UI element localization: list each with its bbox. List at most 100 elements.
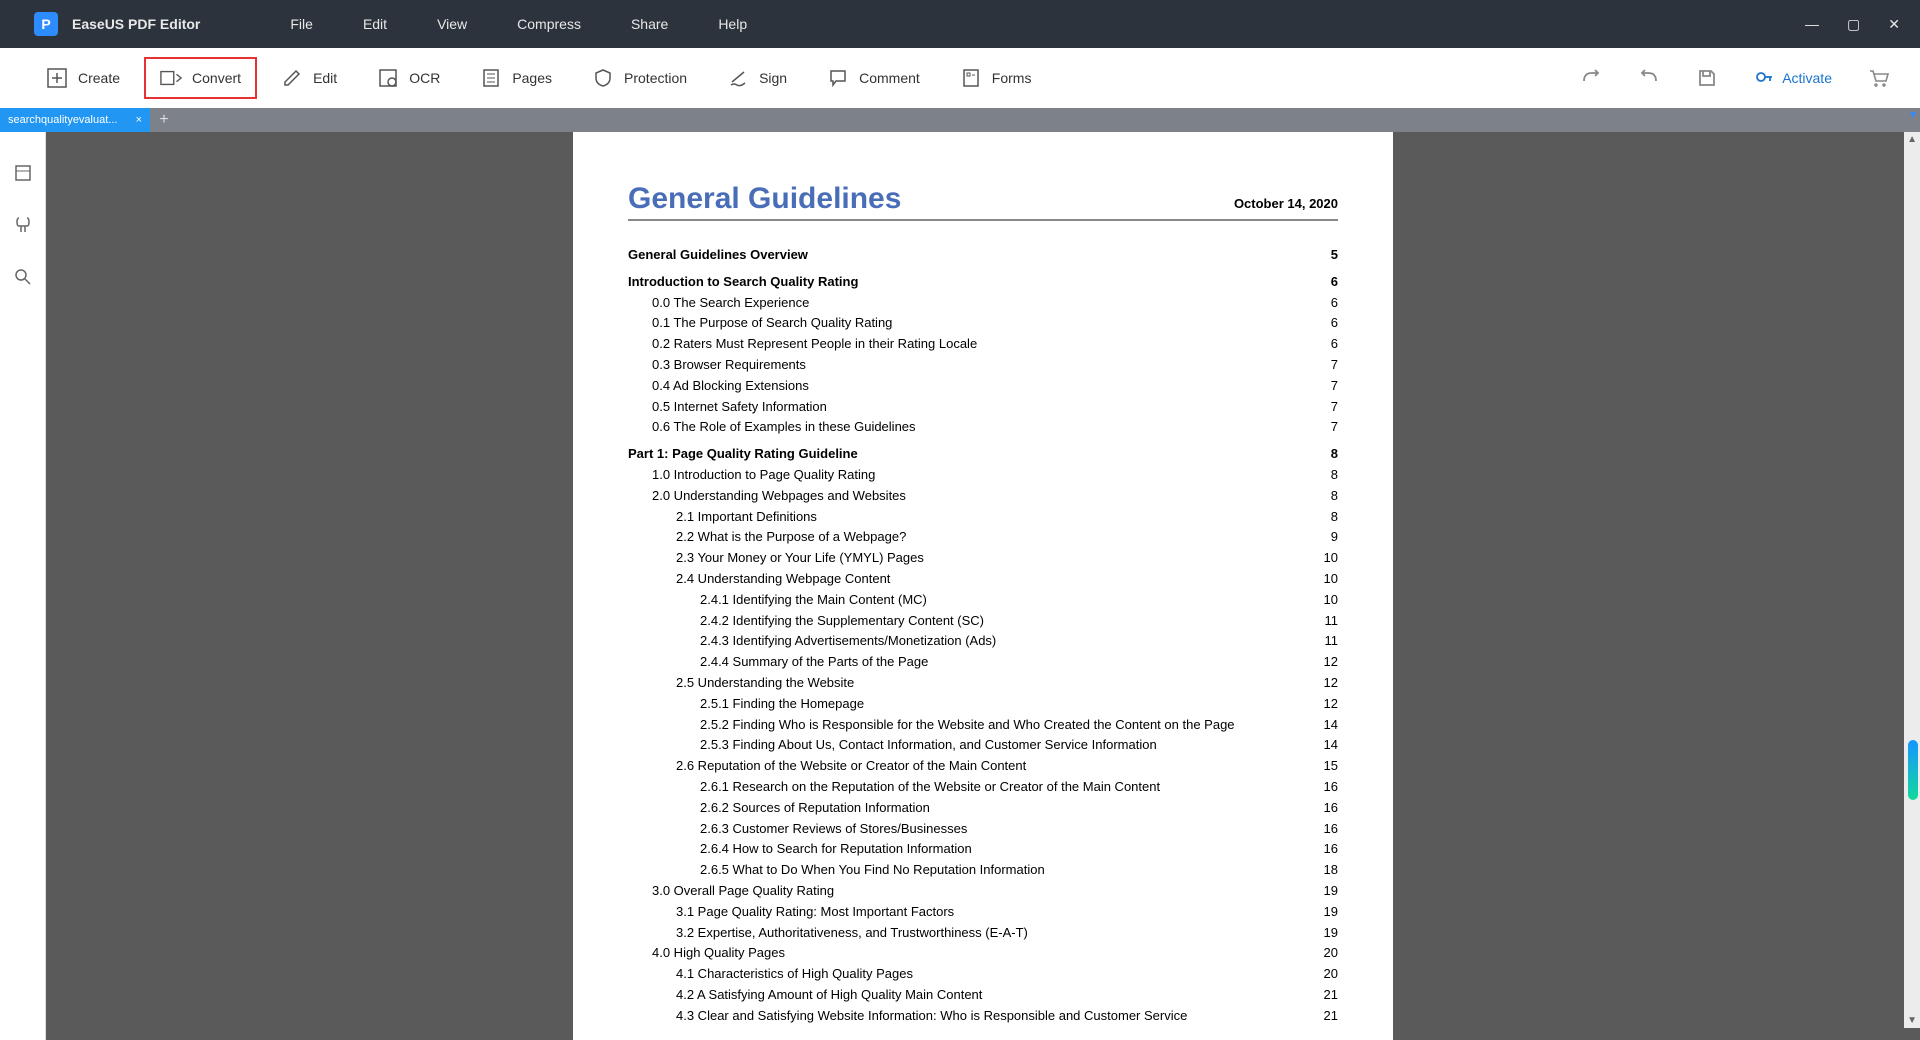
ocr-icon	[377, 67, 399, 89]
toc-line: 2.4.2 Identifying the Supplementary Cont…	[628, 611, 1338, 632]
pages-label: Pages	[512, 70, 552, 86]
toc-text: 3.2 Expertise, Authoritativeness, and Tr…	[676, 923, 1308, 944]
close-icon[interactable]: ✕	[1888, 16, 1900, 33]
menu-help[interactable]: Help	[718, 16, 747, 32]
toc-text: 2.5.1 Finding the Homepage	[700, 694, 1308, 715]
ocr-button[interactable]: OCR	[361, 57, 456, 99]
toc-page: 10	[1308, 548, 1338, 569]
close-tab-icon[interactable]: ×	[136, 114, 142, 126]
toc-line: 2.6.4 How to Search for Reputation Infor…	[628, 839, 1338, 860]
sign-button[interactable]: Sign	[711, 57, 803, 99]
toc-text: 2.3 Your Money or Your Life (YMYL) Pages	[676, 548, 1308, 569]
toc-line: 4.1 Characteristics of High Quality Page…	[628, 964, 1338, 985]
comment-button[interactable]: Comment	[811, 57, 936, 99]
sign-icon	[727, 67, 749, 89]
toc-line: 2.2 What is the Purpose of a Webpage?9	[628, 527, 1338, 548]
activate-button[interactable]: Activate	[1754, 67, 1832, 90]
maximize-icon[interactable]: ▢	[1847, 16, 1860, 33]
titlebar: P EaseUS PDF Editor File Edit View Compr…	[0, 0, 1920, 48]
toc-text: 4.3 Clear and Satisfying Website Informa…	[676, 1006, 1308, 1027]
toc-line: 3.0 Overall Page Quality Rating19	[628, 881, 1338, 902]
scrollbar-track[interactable]	[1904, 132, 1920, 1028]
toc-page: 8	[1308, 444, 1338, 465]
pdf-page: General Guidelines October 14, 2020 Gene…	[573, 132, 1393, 1040]
key-icon	[1754, 67, 1774, 90]
workspace: General Guidelines October 14, 2020 Gene…	[0, 132, 1920, 1040]
chat-icon	[827, 67, 849, 89]
menu-file[interactable]: File	[290, 16, 313, 32]
toolbar-dropdown-icon[interactable]: ▼	[1908, 110, 1918, 121]
toc-text: 2.4 Understanding Webpage Content	[676, 569, 1308, 590]
toc-page: 7	[1308, 376, 1338, 397]
toc-line: 0.5 Internet Safety Information7	[628, 397, 1338, 418]
scrollbar-thumb[interactable]	[1908, 740, 1918, 800]
search-icon[interactable]	[12, 266, 34, 288]
bookmark-icon[interactable]	[12, 214, 34, 236]
toc-line: 2.6 Reputation of the Website or Creator…	[628, 756, 1338, 777]
toc-text: 2.4.1 Identifying the Main Content (MC)	[700, 590, 1308, 611]
forms-label: Forms	[992, 70, 1032, 86]
toc-text: 2.2 What is the Purpose of a Webpage?	[676, 527, 1308, 548]
protection-button[interactable]: Protection	[576, 57, 703, 99]
toc-line: 1.0 Introduction to Page Quality Rating8	[628, 465, 1338, 486]
toc-text: 2.6.3 Customer Reviews of Stores/Busines…	[700, 819, 1308, 840]
toc-page: 15	[1308, 756, 1338, 777]
menu-compress[interactable]: Compress	[517, 16, 581, 32]
convert-button[interactable]: Convert	[144, 57, 257, 99]
menu-edit[interactable]: Edit	[363, 16, 387, 32]
toc-page: 20	[1308, 943, 1338, 964]
toc-text: 0.4 Ad Blocking Extensions	[652, 376, 1308, 397]
toc-page: 16	[1308, 819, 1338, 840]
toc-page: 10	[1308, 569, 1338, 590]
toc-page: 6	[1308, 313, 1338, 334]
undo-icon[interactable]	[1638, 67, 1660, 89]
pages-button[interactable]: Pages	[464, 57, 568, 99]
toc-page: 19	[1308, 902, 1338, 923]
menu-share[interactable]: Share	[631, 16, 668, 32]
toc-page: 20	[1308, 964, 1338, 985]
toc-text: 2.6.5 What to Do When You Find No Reputa…	[700, 860, 1308, 881]
toc-page: 6	[1308, 272, 1338, 293]
edit-button[interactable]: Edit	[265, 57, 353, 99]
menu-view[interactable]: View	[437, 16, 467, 32]
scroll-down-icon[interactable]: ▼	[1907, 1015, 1917, 1026]
toc-text: 2.4.4 Summary of the Parts of the Page	[700, 652, 1308, 673]
toc-text: 4.2 A Satisfying Amount of High Quality …	[676, 985, 1308, 1006]
toc-text: 1.0 Introduction to Page Quality Rating	[652, 465, 1308, 486]
create-button[interactable]: Create	[30, 57, 136, 99]
document-canvas[interactable]: General Guidelines October 14, 2020 Gene…	[46, 132, 1920, 1040]
file-tab[interactable]: searchqualityevaluat... ×	[0, 108, 150, 132]
toc-page: 11	[1308, 631, 1338, 652]
scroll-up-icon[interactable]: ▲	[1907, 134, 1917, 145]
toc-line: 0.1 The Purpose of Search Quality Rating…	[628, 313, 1338, 334]
activate-label: Activate	[1782, 70, 1832, 86]
toc-page: 7	[1308, 397, 1338, 418]
toc-text: 0.2 Raters Must Represent People in thei…	[652, 334, 1308, 355]
shield-icon	[592, 67, 614, 89]
toc-text: 0.3 Browser Requirements	[652, 355, 1308, 376]
toc-line: 0.0 The Search Experience6	[628, 293, 1338, 314]
cart-icon[interactable]	[1868, 67, 1890, 89]
toc-page: 18	[1308, 860, 1338, 881]
app-logo-icon: P	[34, 12, 58, 36]
toc-line: 2.5.3 Finding About Us, Contact Informat…	[628, 735, 1338, 756]
pencil-icon	[281, 67, 303, 89]
toc-page: 10	[1308, 590, 1338, 611]
thumbnails-icon[interactable]	[12, 162, 34, 184]
toc-page: 12	[1308, 694, 1338, 715]
toc-page: 12	[1308, 652, 1338, 673]
form-icon	[960, 67, 982, 89]
redo-icon[interactable]	[1580, 67, 1602, 89]
ocr-label: OCR	[409, 70, 440, 86]
forms-button[interactable]: Forms	[944, 57, 1048, 99]
save-icon[interactable]	[1696, 67, 1718, 89]
tabbar: searchqualityevaluat... × +	[0, 108, 1920, 132]
create-label: Create	[78, 70, 120, 86]
minimize-icon[interactable]: —	[1805, 16, 1819, 33]
toc-page: 16	[1308, 798, 1338, 819]
new-tab-button[interactable]: +	[150, 108, 178, 132]
toc-page: 14	[1308, 735, 1338, 756]
toc-text: 2.4.2 Identifying the Supplementary Cont…	[700, 611, 1308, 632]
toc-text: 4.0 High Quality Pages	[652, 943, 1308, 964]
toc: General Guidelines Overview5Introduction…	[628, 245, 1338, 1026]
